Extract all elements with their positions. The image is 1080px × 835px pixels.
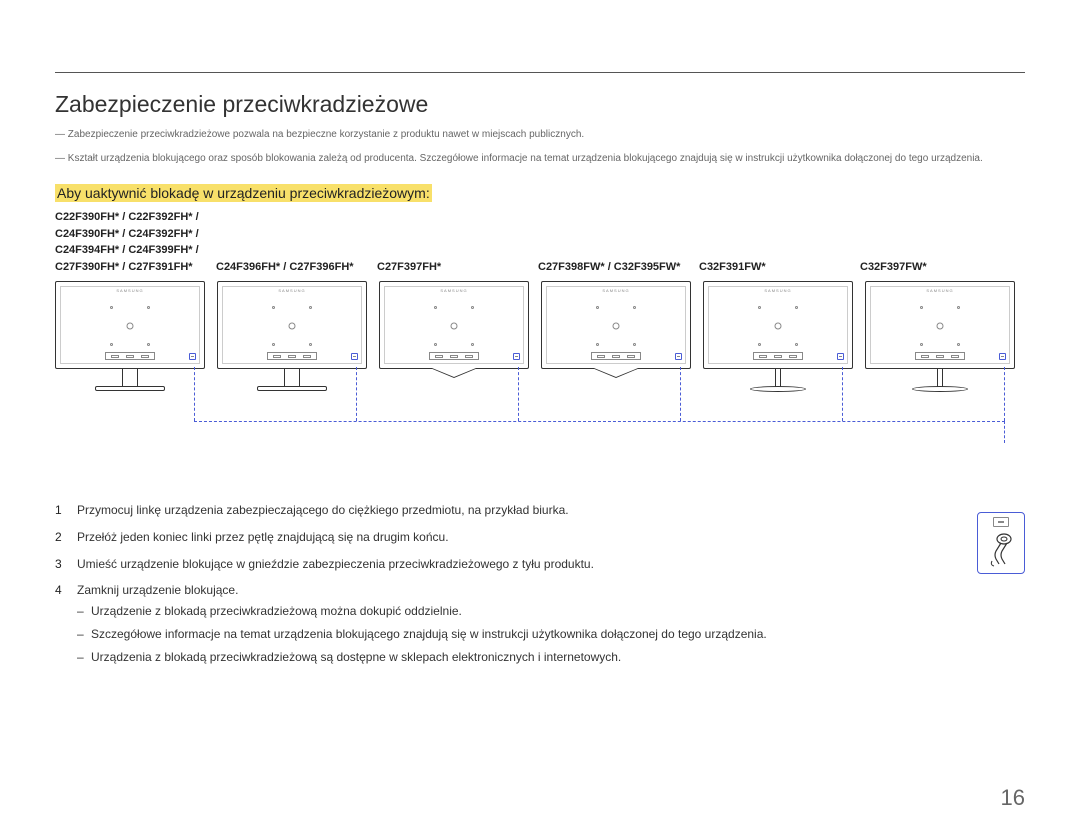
monitor-3: SAMSUNG <box>379 281 529 392</box>
lock-slot-icon <box>999 353 1006 360</box>
callout-line <box>356 367 357 421</box>
instruction-steps: 1Przymocuj linkę urządzenia zabezpieczaj… <box>55 502 1025 672</box>
bullet-1: Urządzenie z blokadą przeciwkradzieżową … <box>77 603 1025 620</box>
sub-bullets: Urządzenie z blokadą przeciwkradzieżową … <box>77 603 1025 665</box>
model-labels-row: C22F390FH* / C22F392FH* /C24F390FH* / C2… <box>55 211 1025 275</box>
model-label-2: C24F396FH* / C27F396FH* <box>216 211 377 275</box>
monitor-2: SAMSUNG <box>217 281 367 392</box>
monitor-5: SAMSUNG <box>703 281 853 392</box>
step-4: 4 Zamknij urządzenie blokujące. Urządzen… <box>55 582 1025 671</box>
bullet-2: Szczegółowe informacje na temat urządzen… <box>77 626 1025 643</box>
lock-slot-icon <box>837 353 844 360</box>
step-3: 3Umieść urządzenie blokujące w gnieździe… <box>55 556 1025 573</box>
model-label-3: C27F397FH* <box>377 211 538 275</box>
model-label-4: C27F398FW* / C32F395FW* <box>538 211 699 275</box>
lock-slot-icon <box>351 353 358 360</box>
lock-cable-icon <box>986 531 1016 567</box>
callout-line <box>518 367 519 421</box>
step-1: 1Przymocuj linkę urządzenia zabezpieczaj… <box>55 502 1025 519</box>
model-label-1: C22F390FH* / C22F392FH* /C24F390FH* / C2… <box>55 211 216 275</box>
monitor-4: SAMSUNG <box>541 281 691 392</box>
monitor-6: SAMSUNG <box>865 281 1015 392</box>
note-1: Zabezpieczenie przeciwkradzieżowe pozwal… <box>55 128 1025 142</box>
callout-line <box>1004 367 1005 421</box>
page-number: 16 <box>1001 785 1025 811</box>
lock-slot-icon <box>189 353 196 360</box>
monitor-1: SAMSUNG <box>55 281 205 392</box>
monitor-diagrams: SAMSUNG SAMSUNG SAMSUNG <box>55 281 1025 392</box>
step-2: 2Przełóż jeden koniec linki przez pętlę … <box>55 529 1025 546</box>
model-label-5: C32F391FW* <box>699 211 860 275</box>
brand-text: SAMSUNG <box>116 288 143 293</box>
step-4-text: Zamknij urządzenie blokujące. <box>77 583 238 597</box>
section-title: Zabezpieczenie przeciwkradzieżowe <box>55 91 1025 118</box>
model-label-6: C32F397FW* <box>860 211 1021 275</box>
sub-title: Aby uaktywnić blokadę w urządzeniu przec… <box>55 184 432 202</box>
bullet-3: Urządzenia z blokadą przeciwkradzieżową … <box>77 649 1025 666</box>
lock-slot-closeup-icon <box>993 517 1009 527</box>
callout-line <box>680 367 681 421</box>
lock-slot-icon <box>675 353 682 360</box>
callout-line <box>842 367 843 421</box>
callout-hline <box>194 421 1005 422</box>
note-2: Kształt urządzenia blokującego oraz spos… <box>55 152 1025 166</box>
callout-line <box>1004 421 1005 443</box>
horizontal-rule <box>55 72 1025 73</box>
lock-detail-box <box>977 512 1025 574</box>
callout-line <box>194 367 195 421</box>
lock-slot-icon <box>513 353 520 360</box>
